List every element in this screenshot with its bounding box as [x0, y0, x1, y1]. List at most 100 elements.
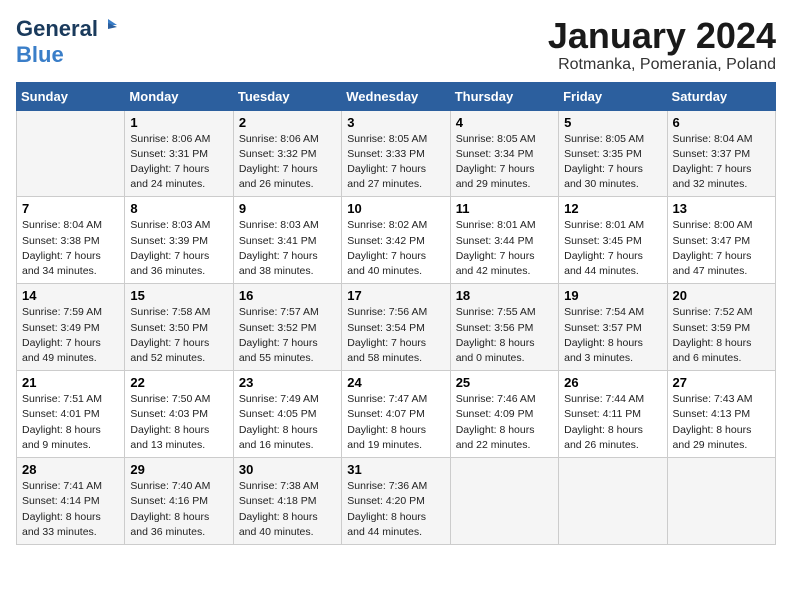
calendar-cell: 30 Sunrise: 7:38 AM Sunset: 4:18 PM Dayli… [233, 458, 341, 545]
calendar-cell: 16 Sunrise: 7:57 AM Sunset: 3:52 PM Dayli… [233, 284, 341, 371]
day-header-sunday: Sunday [17, 82, 125, 110]
day-info: Sunrise: 7:55 AM Sunset: 3:56 PM Dayligh… [456, 305, 553, 366]
day-info: Sunrise: 7:47 AM Sunset: 4:07 PM Dayligh… [347, 392, 444, 453]
calendar-cell: 28 Sunrise: 7:41 AM Sunset: 4:14 PM Dayli… [17, 458, 125, 545]
day-number: 8 [130, 201, 227, 216]
day-number: 28 [22, 462, 119, 477]
calendar-cell: 7 Sunrise: 8:04 AM Sunset: 3:38 PM Daylig… [17, 197, 125, 284]
calendar-cell: 12 Sunrise: 8:01 AM Sunset: 3:45 PM Dayli… [559, 197, 667, 284]
calendar-cell: 31 Sunrise: 7:36 AM Sunset: 4:20 PM Dayli… [342, 458, 450, 545]
calendar-cell: 14 Sunrise: 7:59 AM Sunset: 3:49 PM Dayli… [17, 284, 125, 371]
day-number: 27 [673, 375, 770, 390]
day-number: 25 [456, 375, 553, 390]
header: General Blue January 2024 Rotmanka, Pome… [16, 16, 776, 74]
day-number: 14 [22, 288, 119, 303]
day-info: Sunrise: 8:06 AM Sunset: 3:31 PM Dayligh… [130, 132, 227, 193]
calendar-cell: 9 Sunrise: 8:03 AM Sunset: 3:41 PM Daylig… [233, 197, 341, 284]
day-info: Sunrise: 7:54 AM Sunset: 3:57 PM Dayligh… [564, 305, 661, 366]
day-number: 15 [130, 288, 227, 303]
calendar-cell: 17 Sunrise: 7:56 AM Sunset: 3:54 PM Dayli… [342, 284, 450, 371]
day-header-friday: Friday [559, 82, 667, 110]
day-number: 29 [130, 462, 227, 477]
calendar-cell: 10 Sunrise: 8:02 AM Sunset: 3:42 PM Dayli… [342, 197, 450, 284]
week-row-3: 14 Sunrise: 7:59 AM Sunset: 3:49 PM Dayli… [17, 284, 776, 371]
day-info: Sunrise: 7:49 AM Sunset: 4:05 PM Dayligh… [239, 392, 336, 453]
day-info: Sunrise: 7:43 AM Sunset: 4:13 PM Dayligh… [673, 392, 770, 453]
day-info: Sunrise: 8:05 AM Sunset: 3:33 PM Dayligh… [347, 132, 444, 193]
day-info: Sunrise: 7:50 AM Sunset: 4:03 PM Dayligh… [130, 392, 227, 453]
calendar-cell: 8 Sunrise: 8:03 AM Sunset: 3:39 PM Daylig… [125, 197, 233, 284]
calendar-cell: 26Sunrise: 7:44 AM Sunset: 4:11 PM Dayli… [559, 371, 667, 458]
day-number: 7 [22, 201, 119, 216]
day-number: 30 [239, 462, 336, 477]
calendar-cell: 4 Sunrise: 8:05 AM Sunset: 3:34 PM Daylig… [450, 110, 558, 197]
day-number: 26 [564, 375, 661, 390]
calendar-cell: 23 Sunrise: 7:49 AM Sunset: 4:05 PM Dayli… [233, 371, 341, 458]
day-info: Sunrise: 7:46 AM Sunset: 4:09 PM Dayligh… [456, 392, 553, 453]
day-number: 20 [673, 288, 770, 303]
calendar-cell: 18Sunrise: 7:55 AM Sunset: 3:56 PM Dayli… [450, 284, 558, 371]
day-number: 11 [456, 201, 553, 216]
day-number: 12 [564, 201, 661, 216]
day-number: 9 [239, 201, 336, 216]
day-number: 1 [130, 115, 227, 130]
day-info: Sunrise: 8:03 AM Sunset: 3:39 PM Dayligh… [130, 218, 227, 279]
calendar-cell: 1 Sunrise: 8:06 AM Sunset: 3:31 PM Daylig… [125, 110, 233, 197]
day-number: 21 [22, 375, 119, 390]
day-info: Sunrise: 7:36 AM Sunset: 4:20 PM Dayligh… [347, 479, 444, 540]
day-info: Sunrise: 8:06 AM Sunset: 3:32 PM Dayligh… [239, 132, 336, 193]
day-info: Sunrise: 8:01 AM Sunset: 3:44 PM Dayligh… [456, 218, 553, 279]
day-info: Sunrise: 8:05 AM Sunset: 3:34 PM Dayligh… [456, 132, 553, 193]
calendar-cell: 25 Sunrise: 7:46 AM Sunset: 4:09 PM Dayli… [450, 371, 558, 458]
day-header-saturday: Saturday [667, 82, 775, 110]
month-title: January 2024 [548, 16, 776, 56]
day-info: Sunrise: 8:04 AM Sunset: 3:38 PM Dayligh… [22, 218, 119, 279]
day-number: 5 [564, 115, 661, 130]
day-number: 4 [456, 115, 553, 130]
day-number: 17 [347, 288, 444, 303]
calendar-cell: 11 Sunrise: 8:01 AM Sunset: 3:44 PM Dayli… [450, 197, 558, 284]
title-block: January 2024 Rotmanka, Pomerania, Poland [548, 16, 776, 74]
day-info: Sunrise: 8:01 AM Sunset: 3:45 PM Dayligh… [564, 218, 661, 279]
calendar-cell [667, 458, 775, 545]
day-number: 13 [673, 201, 770, 216]
logo-text: General Blue [16, 16, 117, 69]
day-number: 31 [347, 462, 444, 477]
day-number: 3 [347, 115, 444, 130]
calendar-cell: 21Sunrise: 7:51 AM Sunset: 4:01 PM Dayli… [17, 371, 125, 458]
day-info: Sunrise: 7:38 AM Sunset: 4:18 PM Dayligh… [239, 479, 336, 540]
day-info: Sunrise: 8:02 AM Sunset: 3:42 PM Dayligh… [347, 218, 444, 279]
calendar-cell [17, 110, 125, 197]
day-number: 22 [130, 375, 227, 390]
calendar-cell [559, 458, 667, 545]
day-info: Sunrise: 8:05 AM Sunset: 3:35 PM Dayligh… [564, 132, 661, 193]
day-header-wednesday: Wednesday [342, 82, 450, 110]
day-number: 16 [239, 288, 336, 303]
calendar-cell: 27 Sunrise: 7:43 AM Sunset: 4:13 PM Dayli… [667, 371, 775, 458]
day-number: 19 [564, 288, 661, 303]
calendar-cell: 13 Sunrise: 8:00 AM Sunset: 3:47 PM Dayli… [667, 197, 775, 284]
day-info: Sunrise: 7:57 AM Sunset: 3:52 PM Dayligh… [239, 305, 336, 366]
week-row-2: 7 Sunrise: 8:04 AM Sunset: 3:38 PM Daylig… [17, 197, 776, 284]
day-info: Sunrise: 8:04 AM Sunset: 3:37 PM Dayligh… [673, 132, 770, 193]
calendar-cell: 15 Sunrise: 7:58 AM Sunset: 3:50 PM Dayli… [125, 284, 233, 371]
day-info: Sunrise: 7:59 AM Sunset: 3:49 PM Dayligh… [22, 305, 119, 366]
day-info: Sunrise: 7:56 AM Sunset: 3:54 PM Dayligh… [347, 305, 444, 366]
calendar-cell [450, 458, 558, 545]
day-info: Sunrise: 7:40 AM Sunset: 4:16 PM Dayligh… [130, 479, 227, 540]
day-info: Sunrise: 8:00 AM Sunset: 3:47 PM Dayligh… [673, 218, 770, 279]
day-number: 6 [673, 115, 770, 130]
day-info: Sunrise: 7:58 AM Sunset: 3:50 PM Dayligh… [130, 305, 227, 366]
day-number: 23 [239, 375, 336, 390]
day-number: 10 [347, 201, 444, 216]
location-subtitle: Rotmanka, Pomerania, Poland [548, 56, 776, 74]
day-info: Sunrise: 7:52 AM Sunset: 3:59 PM Dayligh… [673, 305, 770, 366]
day-header-thursday: Thursday [450, 82, 558, 110]
day-info: Sunrise: 7:41 AM Sunset: 4:14 PM Dayligh… [22, 479, 119, 540]
day-header-tuesday: Tuesday [233, 82, 341, 110]
day-header-monday: Monday [125, 82, 233, 110]
calendar-cell: 19 Sunrise: 7:54 AM Sunset: 3:57 PM Dayli… [559, 284, 667, 371]
calendar-cell: 29 Sunrise: 7:40 AM Sunset: 4:16 PM Dayli… [125, 458, 233, 545]
calendar-cell: 22 Sunrise: 7:50 AM Sunset: 4:03 PM Dayli… [125, 371, 233, 458]
day-info: Sunrise: 8:03 AM Sunset: 3:41 PM Dayligh… [239, 218, 336, 279]
